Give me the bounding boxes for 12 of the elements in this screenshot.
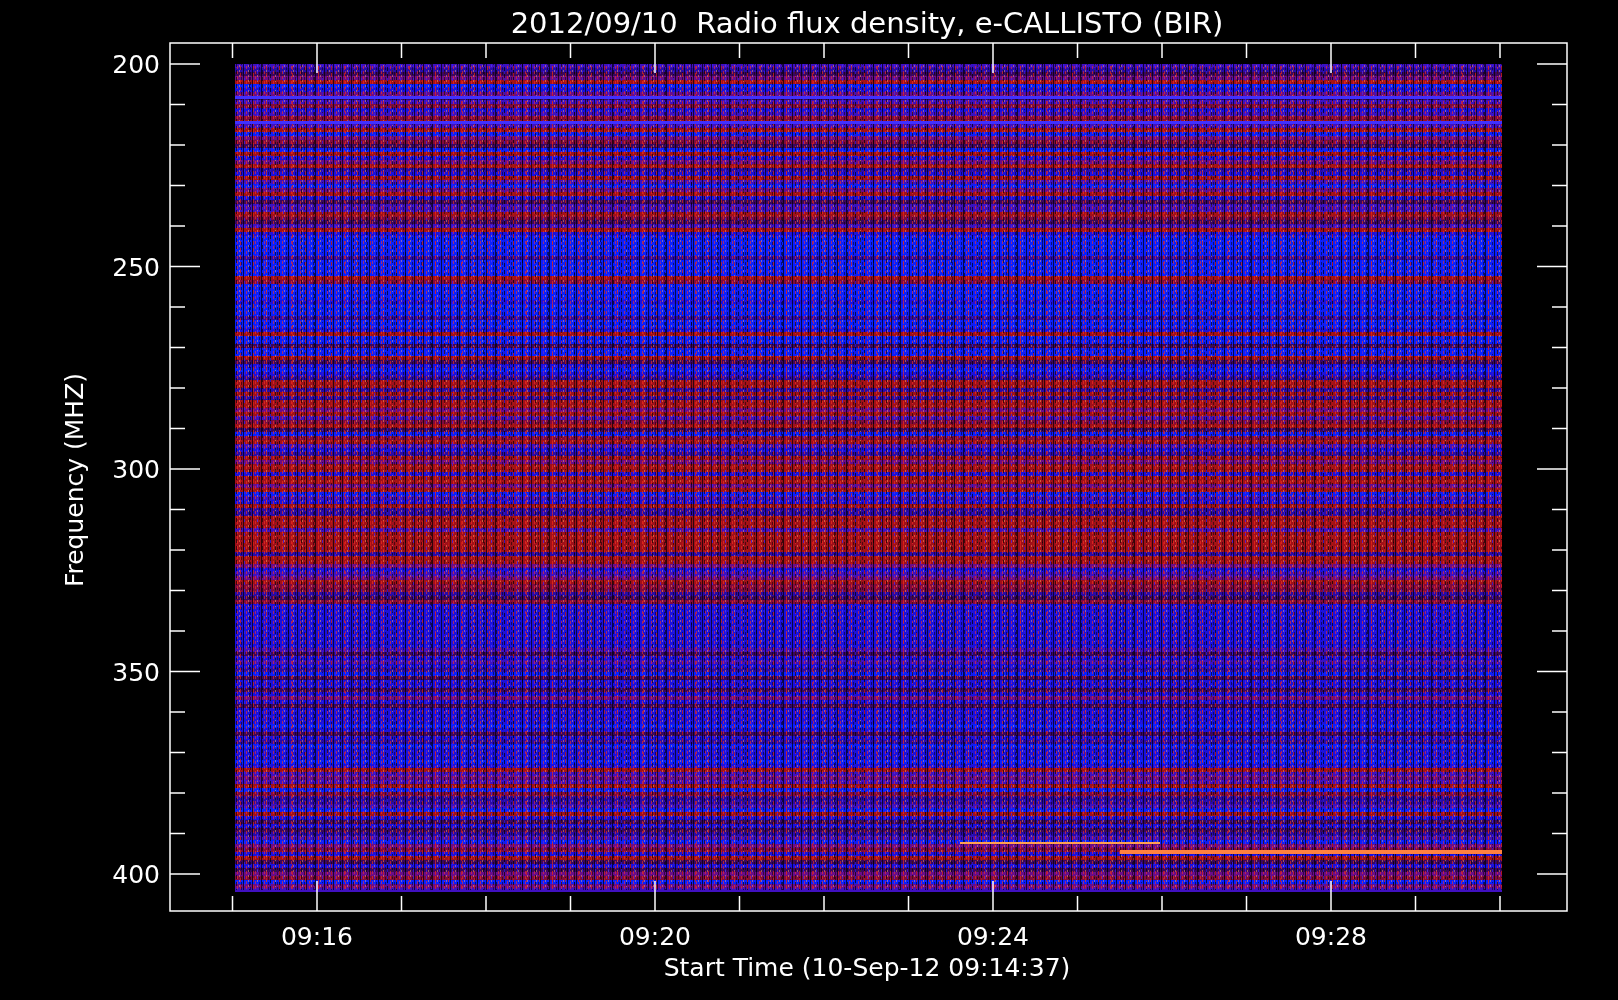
tick-label: 09:28	[1295, 922, 1367, 951]
tick-label: 400	[112, 860, 160, 889]
axis-label: Frequency (MHZ)	[60, 372, 89, 588]
tick-label: 09:20	[619, 922, 691, 951]
tick-label: 09:16	[281, 922, 353, 951]
chart-title: 2012/09/10 Radio flux density, e-CALLISTO (BIR)	[510, 6, 1224, 40]
tick-label: 200	[112, 50, 160, 79]
axis-label: Start Time (10-Sep-12 09:14:37)	[663, 953, 1071, 982]
tick-label: 09:24	[957, 922, 1029, 951]
tick-label: 300	[112, 455, 160, 484]
tick-label: 350	[112, 657, 160, 687]
tick-label: 250	[112, 252, 160, 282]
